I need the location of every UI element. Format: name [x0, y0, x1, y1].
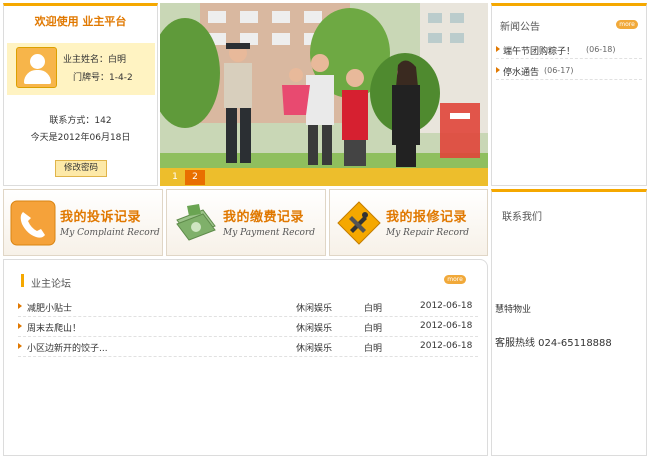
avatar-icon — [16, 47, 57, 88]
repair-record-card[interactable]: 我的报修记录 My Repair Record — [329, 189, 488, 256]
contact-us-panel: 联系我们 慧特物业 客服热线 024-65118888 — [491, 189, 647, 456]
arrow-icon — [18, 323, 22, 329]
complaint-record-subtitle: My Complaint Record — [60, 228, 160, 238]
news-item[interactable]: 端午节团购粽子！ (06-18) — [496, 41, 642, 59]
payment-record-card[interactable]: 我的缴费记录 My Payment Record — [166, 189, 326, 256]
repair-record-title: 我的报修记录 — [386, 210, 468, 225]
complaint-record-card[interactable]: 我的投诉记录 My Complaint Record — [3, 189, 163, 256]
tools-icon — [337, 201, 381, 245]
news-item[interactable]: 停水通告 (06-17) — [496, 62, 642, 80]
news-title: 新闻公告 — [500, 22, 540, 33]
forum-date: 2012-06-18 — [420, 301, 473, 311]
money-icon — [176, 204, 216, 241]
door-number: 门牌号：1-4-2 — [73, 73, 133, 83]
forum-author: 白明 — [364, 304, 383, 314]
forum-topic[interactable]: 周末去爬山！ — [27, 321, 81, 334]
contact-us-title: 联系我们 — [502, 212, 542, 223]
news-panel: 新闻公告 more 端午节团购粽子！ (06-18) 停水通告 (06-17) — [491, 3, 647, 186]
forum-date: 2012-06-18 — [420, 321, 473, 331]
arrow-icon — [18, 343, 22, 349]
welcome-title: 欢迎使用 业主平台 — [34, 15, 127, 28]
table-row[interactable]: 周末去爬山！ 休闲娱乐 白明 2012-06-18 — [18, 317, 478, 337]
company-name: 慧特物业 — [495, 305, 532, 315]
complaint-record-title: 我的投诉记录 — [60, 210, 142, 225]
forum-category: 休闲娱乐 — [296, 344, 333, 354]
today-date: 今天是2012年06月18日 — [30, 133, 131, 143]
news-item-text[interactable]: 端午节团购粽子！ — [503, 44, 575, 57]
arrow-icon — [18, 303, 22, 309]
forum-more-button[interactable]: more — [444, 275, 466, 284]
service-hotline: 客服热线 024-65118888 — [495, 338, 612, 349]
forum-author: 白明 — [364, 324, 383, 334]
arrow-icon — [496, 46, 500, 52]
forum-category: 休闲娱乐 — [296, 324, 333, 334]
banner-page-2[interactable]: 2 — [185, 170, 205, 185]
news-item-text[interactable]: 停水通告 — [503, 65, 539, 78]
news-more-button[interactable]: more — [616, 20, 638, 29]
title-accent-bar — [21, 274, 24, 287]
table-row[interactable]: 减肥小贴士 休闲娱乐 白明 2012-06-18 — [18, 297, 478, 317]
contact-info: 联系方式：142 — [49, 116, 112, 126]
table-row[interactable]: 小区边新开的饺子... 休闲娱乐 白明 2012-06-18 — [18, 337, 478, 357]
banner-page-1[interactable]: 1 — [165, 170, 185, 185]
user-info-box: 业主姓名：白明 门牌号：1-4-2 — [7, 43, 155, 95]
welcome-panel: 欢迎使用 业主平台 业主姓名：白明 门牌号：1-4-2 联系方式：142 今天是… — [3, 3, 158, 186]
forum-panel: 业主论坛 more 减肥小贴士 休闲娱乐 白明 2012-06-18 周末去爬山… — [3, 259, 488, 456]
payment-record-title: 我的缴费记录 — [223, 210, 305, 225]
banner-photo — [160, 3, 488, 186]
banner-slideshow[interactable]: 1 2 — [160, 3, 488, 186]
forum-topic[interactable]: 小区边新开的饺子... — [27, 341, 108, 354]
forum-category: 休闲娱乐 — [296, 304, 333, 314]
news-item-date: (06-18) — [586, 45, 616, 54]
forum-topic[interactable]: 减肥小贴士 — [27, 301, 72, 314]
forum-date: 2012-06-18 — [420, 341, 473, 351]
arrow-icon — [496, 67, 500, 73]
news-item-date: (06-17) — [544, 66, 574, 75]
banner-pager: 1 2 — [160, 168, 488, 186]
change-password-button[interactable]: 修改密码 — [55, 160, 107, 177]
phone-icon — [10, 200, 56, 246]
forum-title: 业主论坛 — [31, 279, 71, 290]
owner-name: 业主姓名：白明 — [63, 55, 127, 65]
repair-record-subtitle: My Repair Record — [386, 228, 470, 238]
payment-record-subtitle: My Payment Record — [223, 228, 316, 238]
forum-author: 白明 — [364, 344, 383, 354]
